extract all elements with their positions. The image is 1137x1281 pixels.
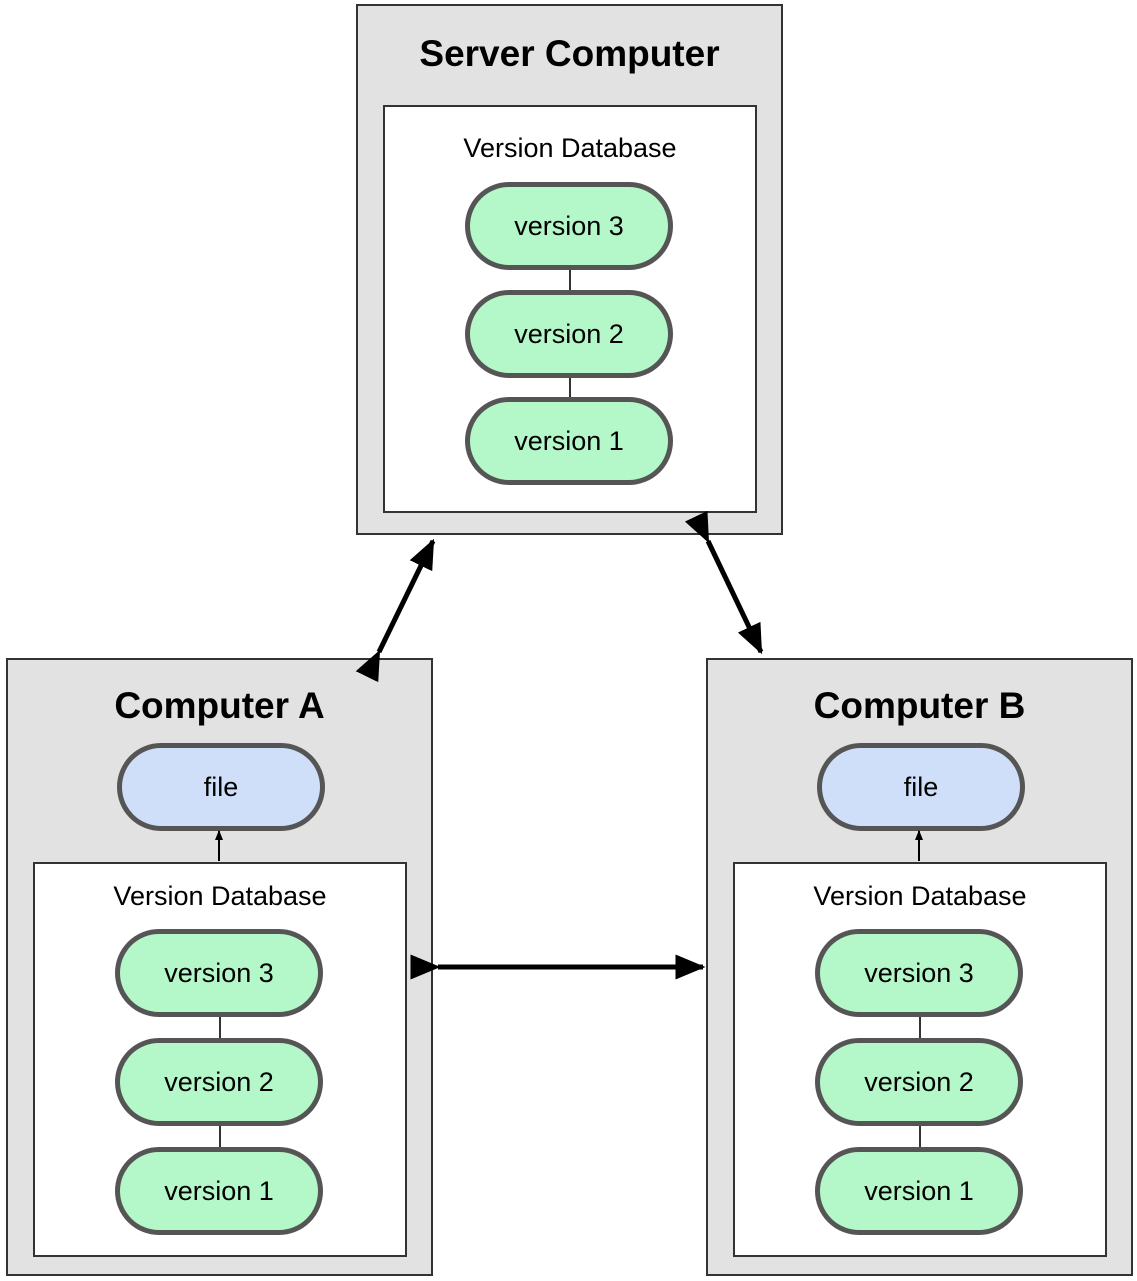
sync-arrow-server-a bbox=[355, 538, 436, 683]
arrows-layer bbox=[215, 510, 923, 980]
distributed-vcs-diagram: Server Computer Version Database version… bbox=[0, 0, 1137, 1281]
sync-arrow-server-b bbox=[684, 510, 764, 655]
